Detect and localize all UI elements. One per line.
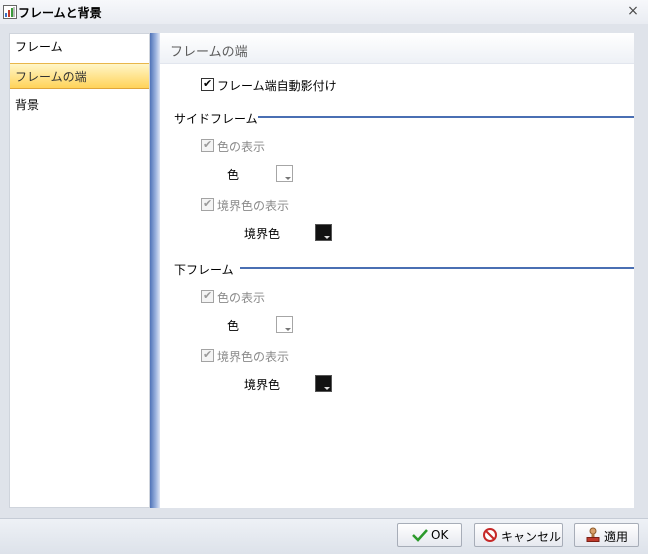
bottom-show-color-checkbox[interactable]: ✔ xyxy=(201,289,214,303)
checkmark-icon: ✔ xyxy=(203,77,213,90)
bottom-show-color-label: 色の表示 xyxy=(217,291,266,305)
panel-title: フレームの端 xyxy=(170,45,248,60)
apply-button[interactable]: 適用 xyxy=(574,523,639,547)
panel-accent-stripe xyxy=(150,33,160,508)
checkmark-icon: ✔ xyxy=(203,138,213,151)
checkmark-icon: ✔ xyxy=(203,289,213,302)
sidebar-item-frame-edge[interactable]: フレームの端 xyxy=(10,63,149,89)
bottom-border-color-label: 境界色 xyxy=(244,378,281,392)
side-frame-divider xyxy=(258,116,634,118)
bottom-color-label: 色 xyxy=(227,319,240,333)
close-button[interactable]: × xyxy=(626,3,640,19)
chart-window-icon xyxy=(3,5,17,19)
side-border-color-picker[interactable] xyxy=(315,224,332,241)
side-border-color-label: 境界色 xyxy=(244,227,281,241)
dropdown-arrow-icon xyxy=(324,236,330,239)
bottom-show-border-color-label: 境界色の表示 xyxy=(217,350,290,364)
checkmark-icon: ✔ xyxy=(203,348,213,361)
dropdown-arrow-icon xyxy=(324,387,330,390)
window-title: フレームと背景 xyxy=(18,6,102,20)
ok-button[interactable]: OK xyxy=(397,523,462,547)
checkmark-icon xyxy=(412,529,428,542)
bottom-frame-divider xyxy=(240,267,634,269)
bottom-frame-heading: 下フレーム xyxy=(174,263,234,277)
side-frame-heading: サイドフレーム xyxy=(174,112,258,126)
panel-header: フレームの端 xyxy=(160,33,634,64)
dropdown-arrow-icon xyxy=(285,177,291,180)
sidebar-item-background[interactable]: 背景 xyxy=(10,92,149,118)
title-bar: フレームと背景 × xyxy=(0,0,648,25)
auto-shadow-checkbox[interactable]: ✔ xyxy=(201,77,214,91)
settings-panel: フレームの端 ✔ フレーム端自動影付け サイドフレーム ✔ 色の表示 色 ✔ 境… xyxy=(150,33,634,508)
sidebar: フレーム フレームの端 背景 xyxy=(9,33,150,508)
side-color-label: 色 xyxy=(227,168,240,182)
side-color-picker[interactable] xyxy=(276,165,293,182)
stamp-icon xyxy=(586,527,600,542)
apply-button-label: 適用 xyxy=(604,530,629,544)
sidebar-item-frame[interactable]: フレーム xyxy=(10,34,149,60)
checkmark-icon: ✔ xyxy=(203,197,213,210)
dropdown-arrow-icon xyxy=(285,328,291,331)
side-show-border-color-checkbox[interactable]: ✔ xyxy=(201,197,214,211)
bottom-color-picker[interactable] xyxy=(276,316,293,333)
ok-button-label: OK xyxy=(431,528,449,542)
bottom-border-color-picker[interactable] xyxy=(315,375,332,392)
bottom-show-border-color-checkbox[interactable]: ✔ xyxy=(201,348,214,362)
cancel-button-label: キャンセル xyxy=(501,530,562,544)
cancel-button[interactable]: キャンセル xyxy=(474,523,563,547)
side-show-color-checkbox[interactable]: ✔ xyxy=(201,138,214,152)
side-show-color-label: 色の表示 xyxy=(217,140,266,154)
auto-shadow-label: フレーム端自動影付け xyxy=(217,79,337,93)
cancel-circle-icon xyxy=(483,528,497,542)
side-show-border-color-label: 境界色の表示 xyxy=(217,199,290,213)
